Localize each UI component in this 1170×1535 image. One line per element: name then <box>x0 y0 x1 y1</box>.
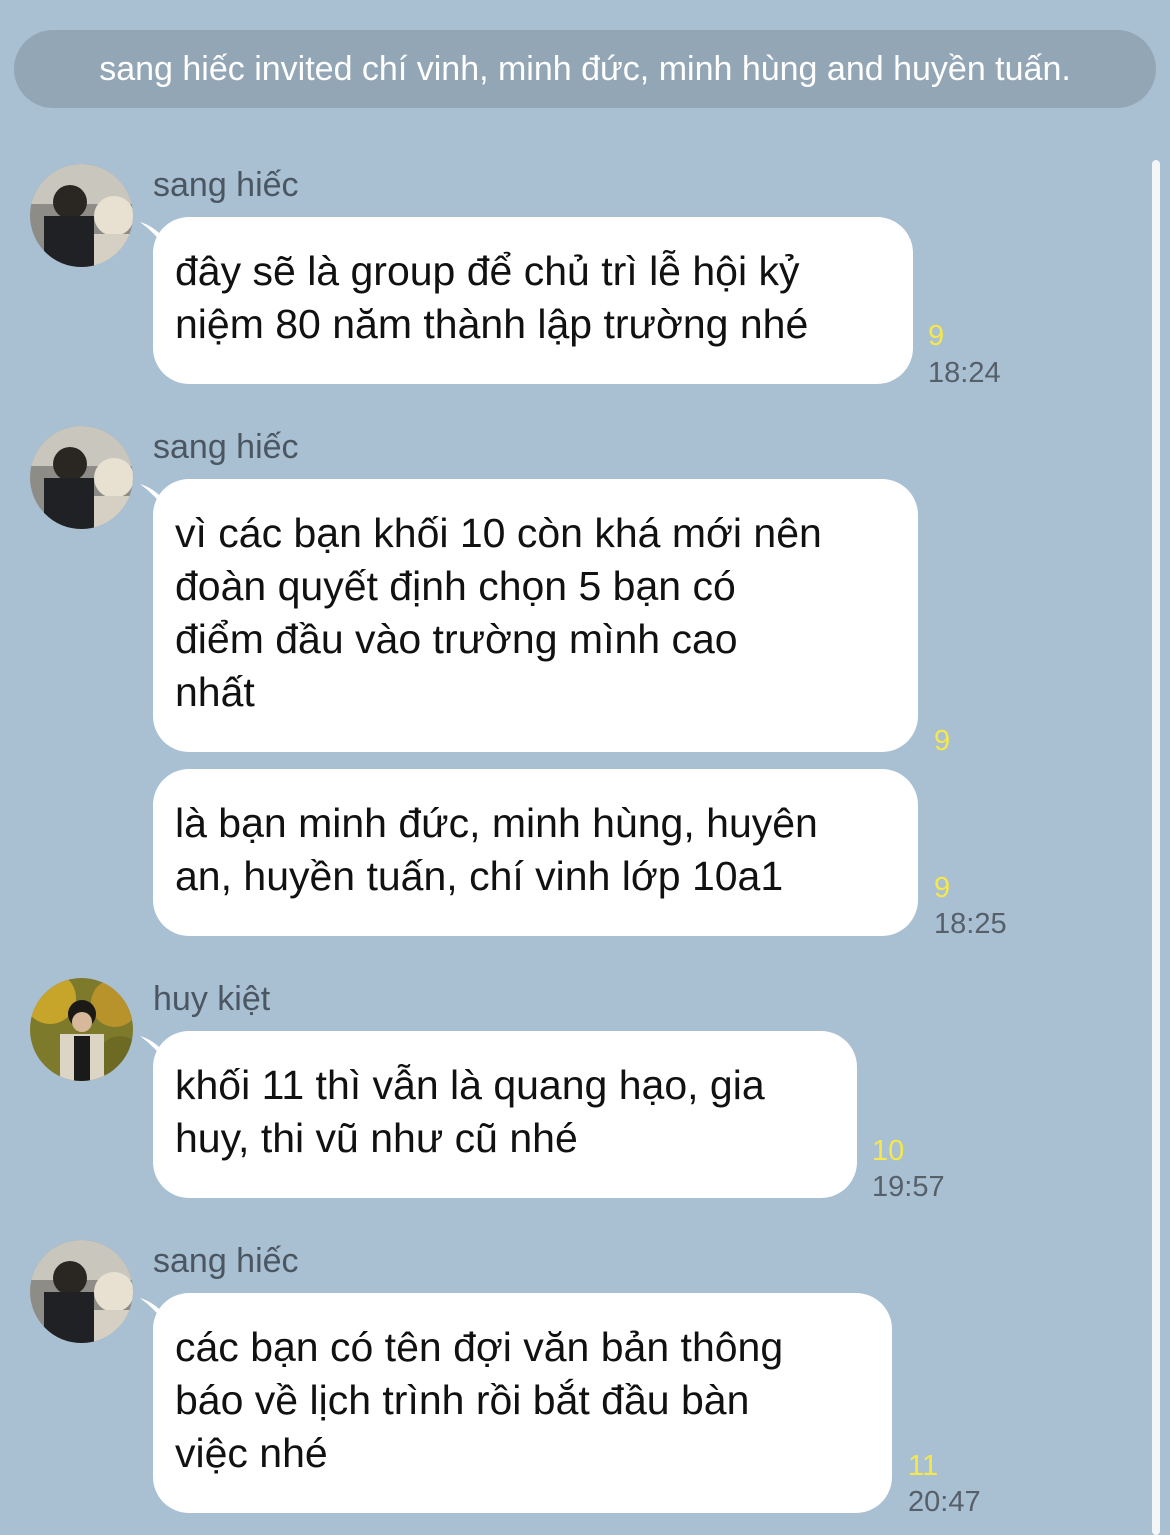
sender-name: sang hiếc <box>153 428 299 466</box>
message-text: đây sẽ là group để chủ trì lễ hội kỷ niệ… <box>175 248 809 347</box>
message-bubble[interactable]: các bạn có tên đợi văn bản thông báo về … <box>153 1293 892 1513</box>
sender-name: sang hiếc <box>153 166 299 204</box>
message-bubble[interactable]: là bạn minh đức, minh hùng, huyên an, hu… <box>153 769 918 936</box>
message-text: khối 11 thì vẫn là quang hạo, gia huy, t… <box>175 1062 765 1161</box>
message-text: là bạn minh đức, minh hùng, huyên an, hu… <box>175 800 818 899</box>
read-count: 10 <box>872 1135 905 1167</box>
read-count: 9 <box>928 320 945 352</box>
scrollbar[interactable] <box>1152 160 1160 1535</box>
read-count: 9 <box>934 725 951 757</box>
system-message: sang hiếc invited chí vinh, minh đức, mi… <box>14 30 1156 108</box>
sender-name: huy kiệt <box>153 980 271 1018</box>
message-time: 19:57 <box>872 1171 945 1203</box>
read-count: 11 <box>908 1450 939 1482</box>
message-time: 18:25 <box>934 908 1007 940</box>
message-text: các bạn có tên đợi văn bản thông báo về … <box>175 1324 784 1476</box>
message-text: vì các bạn khối 10 còn khá mới nên đoàn … <box>175 510 822 715</box>
sang-hiec-avatar-icon[interactable] <box>30 1240 133 1343</box>
message-time: 18:24 <box>928 357 1001 389</box>
sang-hiec-avatar-icon[interactable] <box>30 164 133 267</box>
huy-kiet-avatar-icon[interactable] <box>30 978 133 1081</box>
message-time: 20:47 <box>908 1486 981 1518</box>
message-bubble[interactable]: vì các bạn khối 10 còn khá mới nên đoàn … <box>153 479 918 752</box>
read-count: 9 <box>934 872 951 904</box>
message-bubble[interactable]: đây sẽ là group để chủ trì lễ hội kỷ niệ… <box>153 217 913 384</box>
sender-name: sang hiếc <box>153 1242 299 1280</box>
message-bubble[interactable]: khối 11 thì vẫn là quang hạo, gia huy, t… <box>153 1031 857 1198</box>
sang-hiec-avatar-icon[interactable] <box>30 426 133 529</box>
